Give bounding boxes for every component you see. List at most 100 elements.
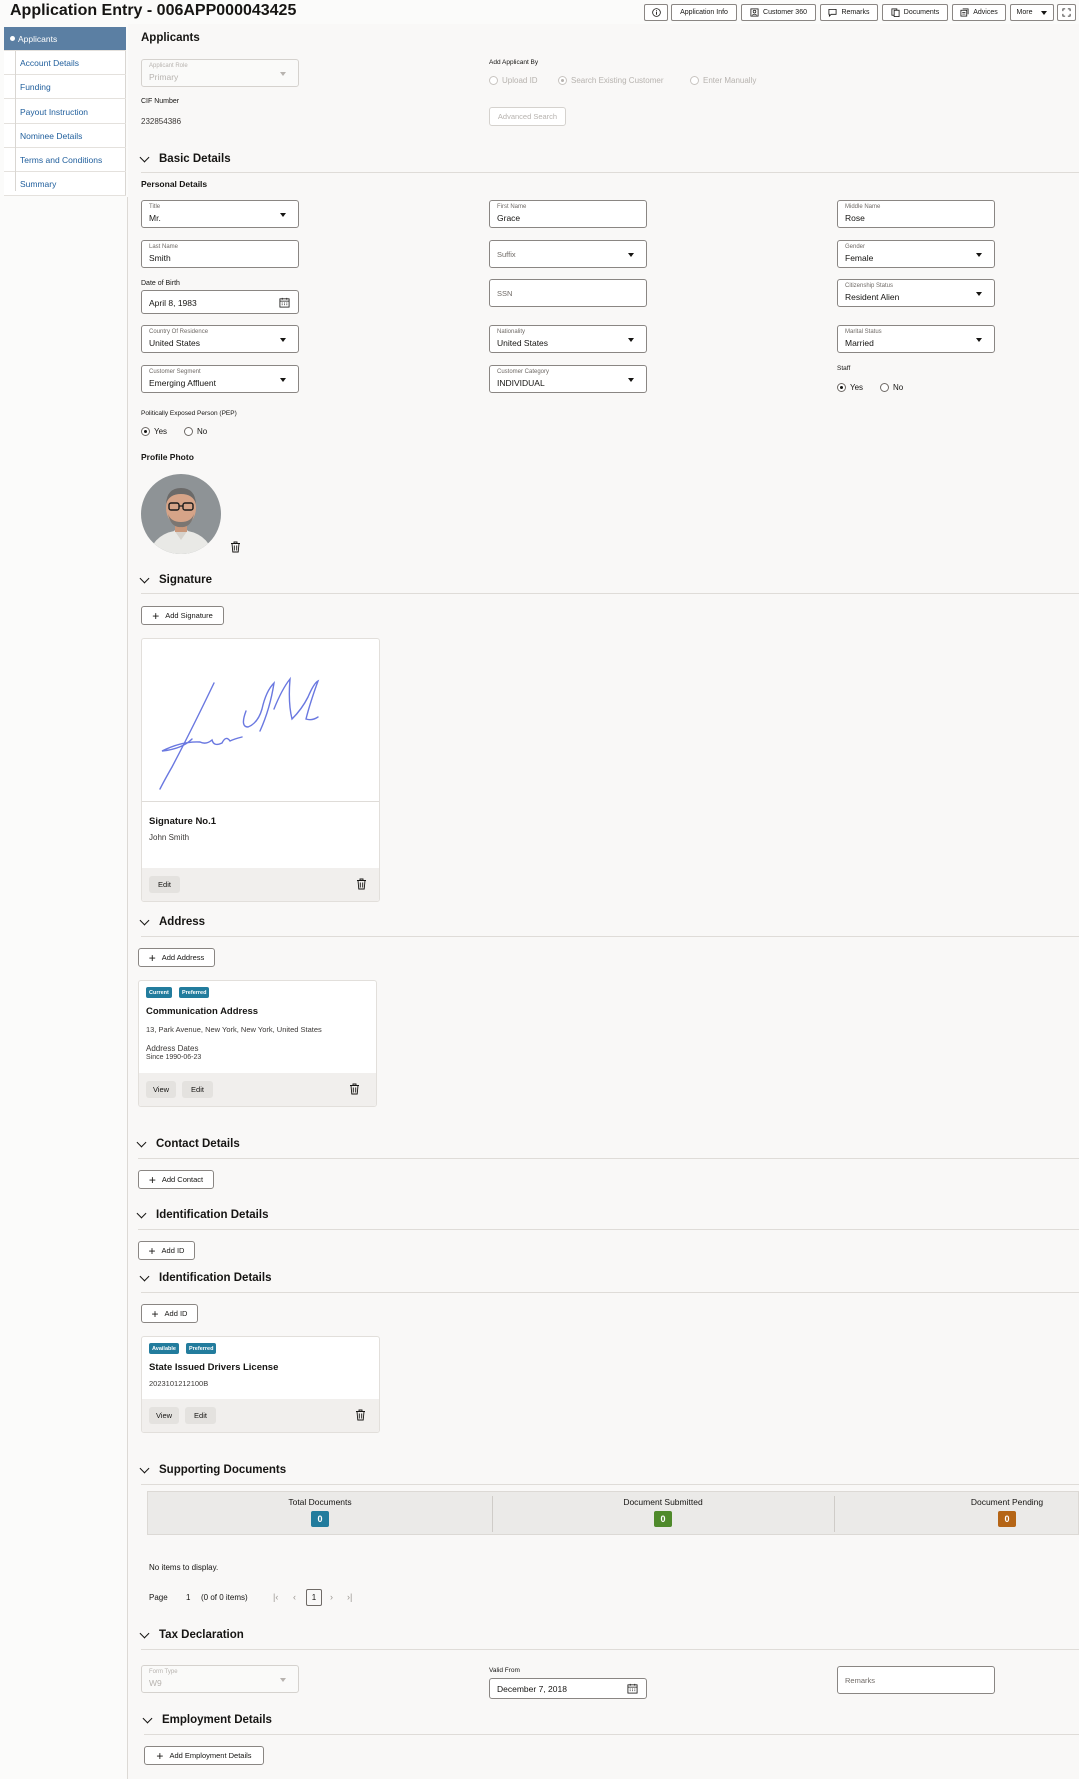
delete-photo-trash-icon[interactable]	[230, 541, 241, 553]
delete-signature-trash-icon[interactable]	[356, 878, 367, 890]
sidebar-item-summary[interactable]: Summary	[4, 172, 126, 196]
form-type-select[interactable]: Form Type W9	[141, 1665, 299, 1693]
basic-details-header[interactable]: Basic Details	[139, 152, 231, 165]
remarks-button[interactable]: Remarks	[820, 4, 878, 21]
add-signature-label: Add Signature	[165, 611, 213, 620]
identification-view-button[interactable]: View	[149, 1407, 179, 1424]
advices-icon	[960, 8, 969, 17]
add-address-button[interactable]: + Add Address	[138, 948, 215, 967]
citizenship-status-select[interactable]: Citizenship Status Resident Alien	[837, 279, 995, 307]
caret-down-icon	[628, 378, 634, 382]
title-select[interactable]: Title Mr.	[141, 200, 299, 228]
chevron-down-icon	[139, 1463, 150, 1473]
remarks-field[interactable]: Remarks	[837, 1666, 995, 1694]
address-edit-button[interactable]: Edit	[182, 1081, 213, 1098]
current-page-button[interactable]: 1	[306, 1589, 322, 1606]
tax-declaration-header[interactable]: Tax Declaration	[139, 1628, 244, 1641]
valid-from-label: Valid From	[489, 1667, 520, 1674]
add-signature-button[interactable]: + Add Signature	[141, 606, 224, 625]
identification-details-title: Identification Details	[159, 1272, 272, 1284]
segment-label: Customer Segment	[149, 369, 201, 375]
sidebar-item-account-details[interactable]: Account Details	[4, 51, 126, 75]
advices-button[interactable]: Advices	[952, 4, 1006, 21]
supporting-documents-header[interactable]: Supporting Documents	[139, 1463, 286, 1476]
signature-header[interactable]: Signature	[139, 573, 212, 586]
radio-circle	[184, 427, 193, 436]
sidebar-item-terms-and-conditions[interactable]: Terms and Conditions	[4, 148, 126, 172]
country-value: United States	[149, 338, 201, 348]
profile-photo-avatar[interactable]	[141, 474, 221, 554]
dob-date-field[interactable]: April 8, 1983	[141, 290, 299, 314]
maximize-button[interactable]	[1057, 4, 1076, 21]
identification-details-header[interactable]: Identification Details	[136, 1208, 269, 1221]
more-menu-button[interactable]: More	[1010, 4, 1054, 21]
valid-from-date-field[interactable]: December 7, 2018	[489, 1678, 647, 1699]
cif-number-value: 232854386	[141, 117, 182, 126]
sidebar-item-funding[interactable]: Funding	[4, 75, 126, 99]
ssn-field[interactable]: SSN	[489, 279, 647, 307]
last-name-value: Smith	[149, 253, 171, 263]
applicant-role-select[interactable]: Applicant Role Primary	[141, 59, 299, 87]
customer-segment-select[interactable]: Customer Segment Emerging Affluent	[141, 365, 299, 393]
pep-radio-no[interactable]: No	[184, 427, 207, 436]
customer-360-button[interactable]: Customer 360	[741, 4, 816, 21]
staff-radio-no[interactable]: No	[880, 383, 903, 392]
suffix-select[interactable]: Suffix	[489, 240, 647, 268]
gender-select[interactable]: Gender Female	[837, 240, 995, 268]
identification-details-header-2[interactable]: Identification Details	[139, 1271, 272, 1284]
next-page-icon[interactable]: ›	[330, 1592, 333, 1602]
title-label: Title	[149, 204, 161, 210]
sidebar-item-label: Nominee Details	[20, 130, 83, 141]
address-view-button[interactable]: View	[146, 1081, 176, 1098]
radio-search-existing-customer[interactable]: Search Existing Customer	[558, 76, 663, 85]
pep-radio-yes[interactable]: Yes	[141, 427, 167, 436]
contact-details-header[interactable]: Contact Details	[136, 1137, 240, 1150]
radio-circle	[690, 76, 699, 85]
calendar-icon[interactable]	[279, 297, 290, 308]
advices-label: Advices	[973, 9, 998, 16]
country-label: Country Of Residence	[149, 329, 209, 335]
last-page-icon[interactable]: ›|	[347, 1592, 352, 1602]
add-id-button-2[interactable]: + Add ID	[141, 1304, 198, 1323]
document-submitted-count: 0	[654, 1511, 672, 1527]
middle-name-field[interactable]: Middle Name Rose	[837, 200, 995, 228]
signature-image	[159, 676, 320, 790]
customer-category-select[interactable]: Customer Category INDIVIDUAL	[489, 365, 647, 393]
advanced-search-button[interactable]: Advanced Search	[489, 107, 566, 126]
first-page-icon[interactable]: |‹	[273, 1592, 278, 1602]
sidebar-item-payout-instruction[interactable]: Payout Instruction	[4, 100, 126, 124]
signature-edit-button[interactable]: Edit	[149, 876, 180, 893]
section-divider	[141, 172, 1079, 173]
first-name-field[interactable]: First Name Grace	[489, 200, 647, 228]
identification-details-title: Identification Details	[156, 1209, 269, 1221]
identification-edit-button[interactable]: Edit	[185, 1407, 216, 1424]
radio-enter-manually[interactable]: Enter Manually	[690, 76, 756, 85]
dob-label: Date of Birth	[141, 280, 180, 287]
add-applicant-by-label: Add Applicant By	[489, 59, 539, 66]
add-contact-button[interactable]: + Add Contact	[138, 1170, 214, 1189]
marital-status-select[interactable]: Marital Status Married	[837, 325, 995, 353]
sidebar-item-applicants[interactable]: Applicants	[4, 27, 126, 51]
radio-upload-id[interactable]: Upload ID	[489, 76, 538, 85]
prev-page-icon[interactable]: ‹	[293, 1592, 296, 1602]
nationality-select[interactable]: Nationality United States	[489, 325, 647, 353]
application-info-button[interactable]: Application Info	[671, 4, 737, 21]
country-of-residence-select[interactable]: Country Of Residence United States	[141, 325, 299, 353]
delete-identification-trash-icon[interactable]	[355, 1409, 366, 1421]
sidebar-item-nominee-details[interactable]: Nominee Details	[4, 124, 126, 148]
calendar-icon[interactable]	[627, 1683, 638, 1694]
caret-down-icon	[1041, 10, 1048, 15]
identification-card-title: State Issued Drivers License	[149, 1362, 279, 1373]
last-name-field[interactable]: Last Name Smith	[141, 240, 299, 268]
add-id-button[interactable]: + Add ID	[138, 1241, 195, 1260]
radio-circle	[837, 383, 846, 392]
info-button[interactable]	[644, 4, 668, 21]
add-employment-details-button[interactable]: + Add Employment Details	[144, 1746, 264, 1765]
staff-radio-yes[interactable]: Yes	[837, 383, 863, 392]
address-header[interactable]: Address	[139, 915, 205, 928]
employment-details-header[interactable]: Employment Details	[142, 1713, 272, 1726]
documents-button[interactable]: Documents	[882, 4, 948, 21]
radio-label: Yes	[154, 427, 168, 436]
delete-address-trash-icon[interactable]	[349, 1083, 360, 1095]
caret-down-icon	[976, 253, 982, 257]
